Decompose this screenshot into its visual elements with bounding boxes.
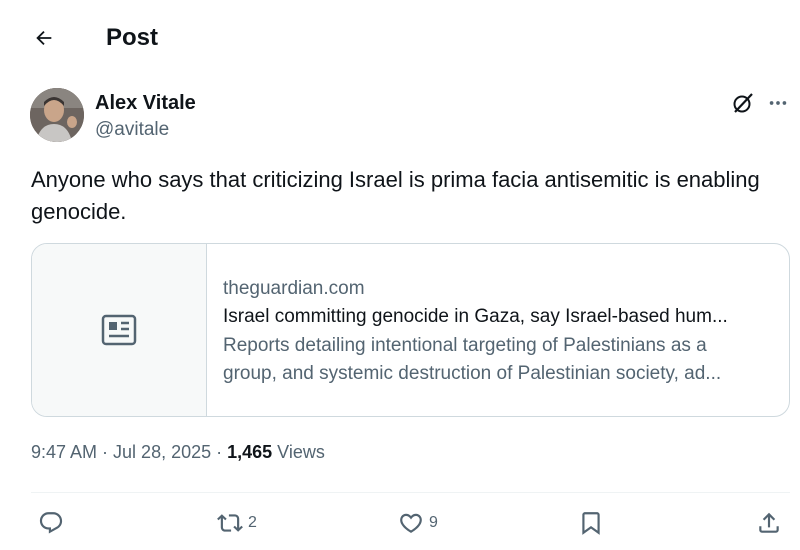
- avatar-image: [30, 88, 84, 142]
- link-card[interactable]: theguardian.com Israel committing genoci…: [31, 243, 790, 417]
- article-icon: [101, 314, 137, 346]
- heart-icon: [397, 510, 425, 536]
- more-horizontal-icon: [767, 92, 789, 114]
- reply-icon: [38, 510, 64, 536]
- like-button[interactable]: 9: [397, 508, 438, 538]
- card-thumbnail: [32, 244, 207, 416]
- share-icon: [756, 510, 782, 536]
- card-description-line: group, and systemic destruction of Pales…: [223, 363, 722, 384]
- arrow-left-icon: [33, 27, 55, 49]
- repost-icon: [216, 510, 244, 536]
- views-count: 1,465: [227, 442, 273, 462]
- meta-separator: ·: [97, 442, 114, 462]
- author-name[interactable]: Alex Vitale: [95, 92, 196, 115]
- grok-button[interactable]: [730, 90, 756, 116]
- post-date[interactable]: Jul 28, 2025: [113, 442, 211, 462]
- card-domain: theguardian.com: [223, 278, 365, 299]
- more-button[interactable]: [764, 90, 792, 116]
- reply-button[interactable]: [38, 508, 68, 538]
- card-title: Israel committing genocide in Gaza, say …: [223, 306, 728, 327]
- repost-count: 2: [248, 514, 257, 531]
- post-time[interactable]: 9:47 AM: [31, 442, 97, 462]
- card-description-line: Reports detailing intentional targeting …: [223, 335, 707, 356]
- bookmark-icon: [578, 510, 604, 536]
- post-meta: 9:47 AM · Jul 28, 2025 · 1,465 Views: [31, 442, 325, 463]
- card-description: Reports detailing intentional targeting …: [223, 332, 783, 388]
- divider: [31, 492, 790, 493]
- page-header: Post: [0, 0, 800, 76]
- views-label: Views: [272, 442, 325, 462]
- page-title: Post: [106, 24, 159, 51]
- meta-separator: ·: [211, 442, 228, 462]
- avatar[interactable]: [30, 88, 84, 142]
- repost-button[interactable]: 2: [216, 508, 257, 538]
- author-handle[interactable]: @avitale: [95, 119, 169, 141]
- share-button[interactable]: [756, 508, 786, 538]
- card-body: theguardian.com Israel committing genoci…: [207, 244, 789, 416]
- grok-icon: [731, 91, 755, 115]
- like-count: 9: [429, 514, 438, 531]
- tweet-text: Anyone who says that criticizing Israel …: [31, 167, 760, 224]
- bookmark-button[interactable]: [578, 508, 608, 538]
- back-button[interactable]: [28, 22, 60, 54]
